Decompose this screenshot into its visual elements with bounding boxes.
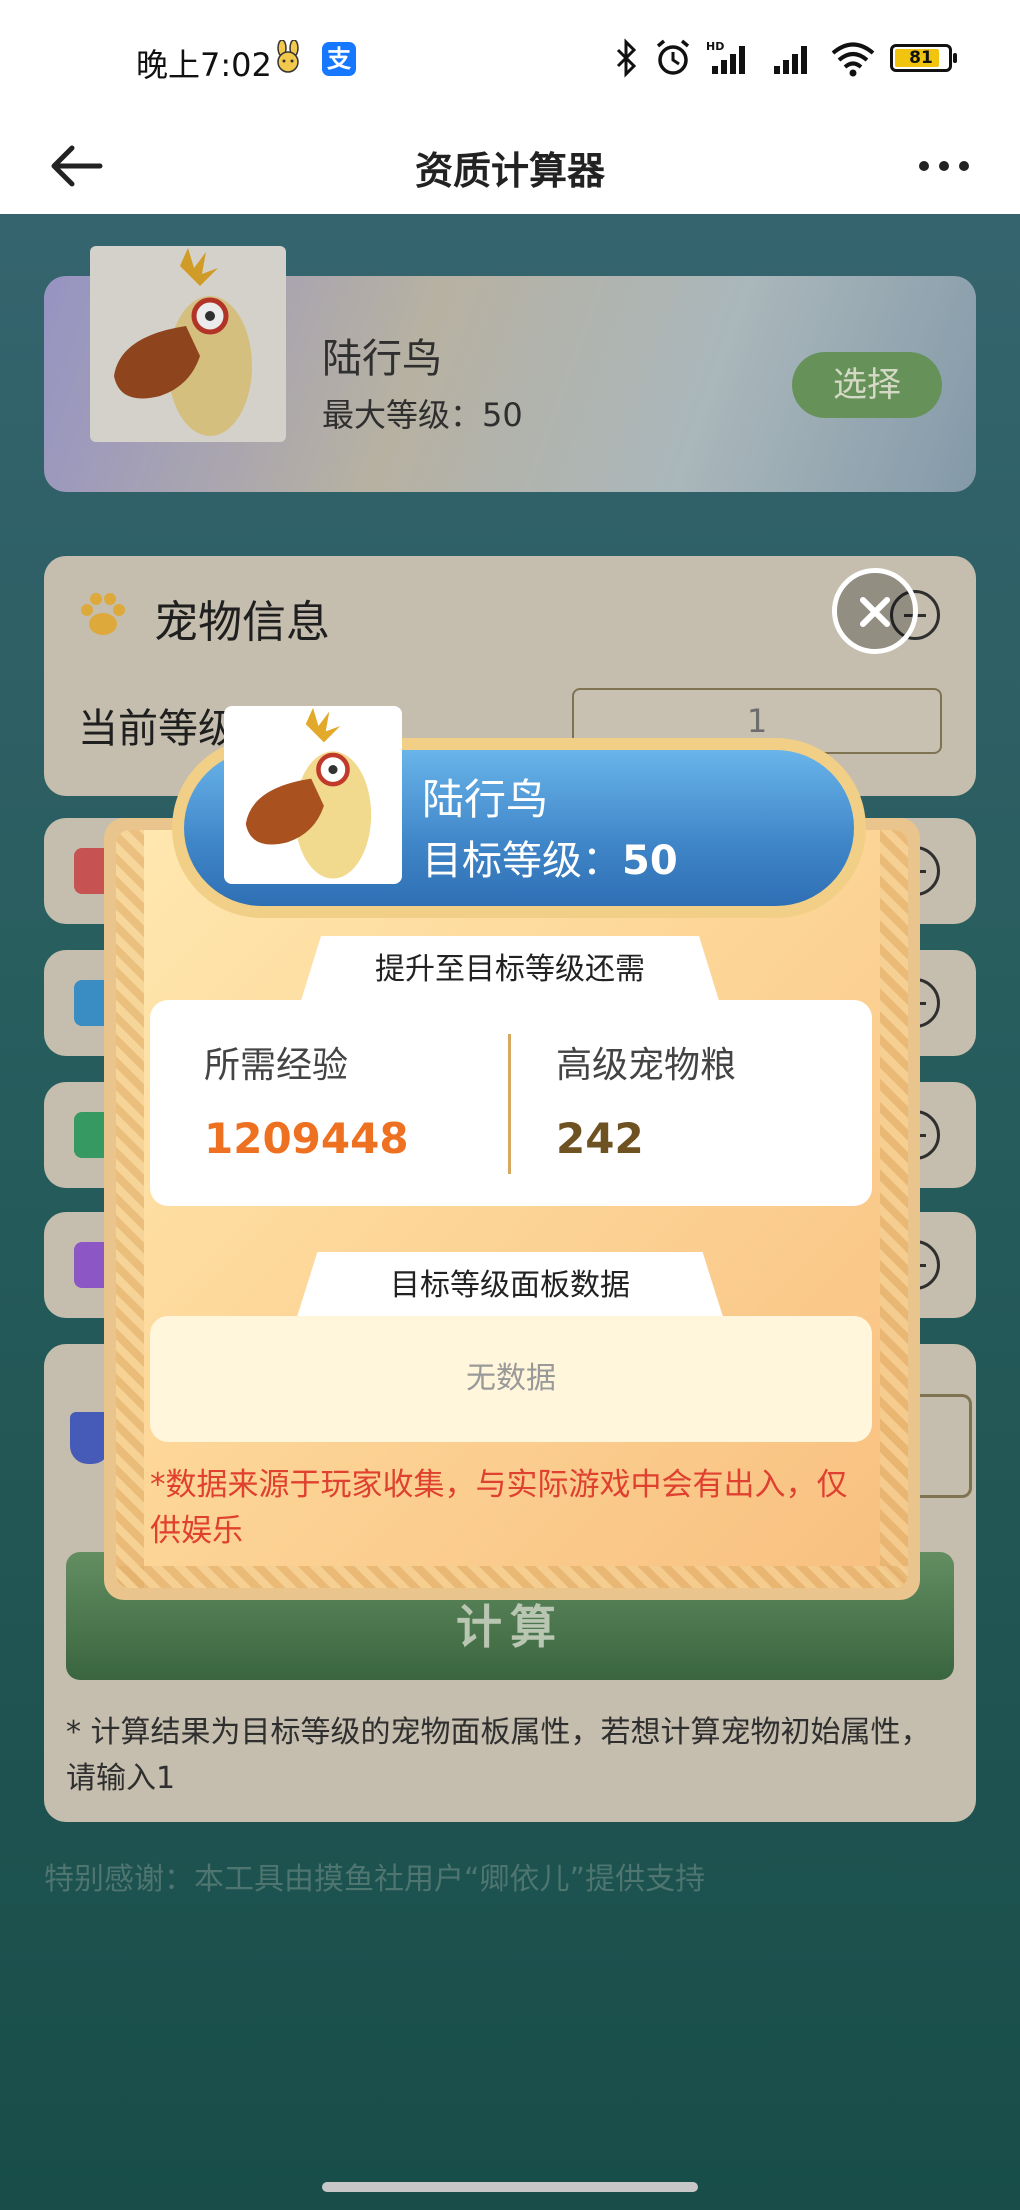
food-value: 242	[556, 1114, 644, 1163]
status-right-icons: HD 81	[614, 38, 957, 78]
home-indicator[interactable]	[322, 2182, 698, 2192]
hd-signal-icon: HD	[706, 40, 745, 74]
panel-data-empty: 无数据	[150, 1316, 872, 1442]
bluetooth-icon	[616, 38, 637, 78]
section-title-panel-data: 目标等级面板数据	[296, 1252, 724, 1320]
signal-icon	[774, 46, 807, 74]
modal-border-left	[116, 830, 144, 1588]
alarm-icon	[656, 39, 690, 75]
bunny-notification-icon	[277, 40, 299, 73]
modal-border-bottom	[116, 1566, 908, 1588]
svg-text:HD: HD	[706, 40, 724, 53]
modal-target-level: 目标等级：50	[422, 838, 678, 884]
requirements-box: 所需经验 1209448 高级宠物粮 242	[150, 1000, 872, 1206]
app-header: 资质计算器	[0, 118, 1020, 214]
status-time: 晚上7:02	[136, 46, 272, 84]
battery-level: 81	[909, 48, 933, 68]
exp-label: 所需经验	[204, 1045, 349, 1086]
alipay-icon: 支	[322, 42, 356, 76]
section-title-requirements: 提升至目标等级还需	[300, 936, 720, 1004]
modal-border-right	[880, 830, 908, 1588]
status-bar: 晚上7:02 支 HD 81	[0, 0, 1020, 118]
wifi-icon	[831, 42, 875, 77]
close-icon[interactable]	[832, 568, 918, 654]
modal-pet-name: 陆行鸟	[422, 775, 549, 824]
page-title: 资质计算器	[414, 149, 605, 193]
more-dots-icon[interactable]	[912, 134, 976, 198]
exp-value: 1209448	[204, 1114, 409, 1163]
disclaimer-text: *数据来源于玩家收集，与实际游戏中会有出入，仅供娱乐	[150, 1467, 848, 1549]
modal-pet-thumbnail	[224, 706, 402, 884]
food-label: 高级宠物粮	[556, 1045, 737, 1086]
chocobo-image-icon	[245, 707, 372, 879]
divider	[508, 1034, 511, 1174]
battery-icon: 81	[890, 44, 957, 72]
